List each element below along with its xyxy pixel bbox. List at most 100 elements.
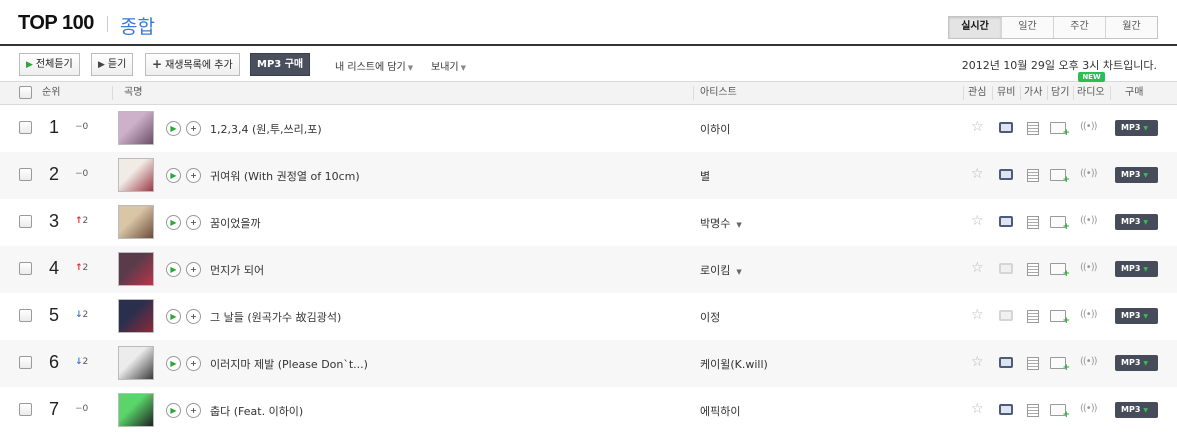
column-song: 곡명 bbox=[124, 87, 143, 98]
star-icon[interactable]: ☆ bbox=[971, 307, 984, 323]
song-title[interactable]: 꿈이었을까 bbox=[210, 215, 261, 231]
add-icon[interactable]: + bbox=[186, 262, 201, 277]
radio-icon[interactable]: ((•)) bbox=[1080, 168, 1097, 179]
album-art[interactable] bbox=[118, 252, 154, 286]
song-title[interactable]: 먼지가 되어 bbox=[210, 262, 264, 278]
add-playlist-button[interactable]: + 재생목록에 추가 bbox=[145, 53, 240, 76]
radio-icon[interactable]: ((•)) bbox=[1080, 121, 1097, 132]
add-icon[interactable]: + bbox=[186, 215, 201, 230]
folder-add-icon[interactable] bbox=[1050, 404, 1070, 420]
radio-icon[interactable]: ((•)) bbox=[1080, 262, 1097, 273]
lyrics-icon[interactable] bbox=[1027, 169, 1039, 182]
artist-name[interactable]: 박명수 ▼ bbox=[700, 215, 742, 231]
mp3-buy-button[interactable]: MP3 ▼ bbox=[1115, 261, 1158, 277]
add-icon[interactable]: + bbox=[186, 121, 201, 136]
mp3-buy-button[interactable]: MP3 구매 bbox=[250, 53, 311, 76]
add-icon[interactable]: + bbox=[186, 403, 201, 418]
star-icon[interactable]: ☆ bbox=[971, 401, 984, 417]
star-icon[interactable]: ☆ bbox=[971, 119, 984, 135]
add-icon[interactable]: + bbox=[186, 356, 201, 371]
star-icon[interactable]: ☆ bbox=[971, 260, 984, 276]
page-subtitle[interactable]: 종합 bbox=[120, 12, 155, 39]
add-icon[interactable]: + bbox=[186, 168, 201, 183]
album-art[interactable] bbox=[118, 299, 154, 333]
mp3-buy-button[interactable]: MP3 ▼ bbox=[1115, 402, 1158, 418]
row-checkbox[interactable] bbox=[19, 403, 32, 416]
album-art[interactable] bbox=[118, 205, 154, 239]
row-checkbox[interactable] bbox=[19, 121, 32, 134]
radio-icon[interactable]: ((•)) bbox=[1080, 309, 1097, 320]
lyrics-icon[interactable] bbox=[1027, 263, 1039, 276]
row-checkbox[interactable] bbox=[19, 215, 32, 228]
star-icon[interactable]: ☆ bbox=[971, 213, 984, 229]
add-icon[interactable]: + bbox=[186, 309, 201, 324]
lyrics-icon[interactable] bbox=[1027, 310, 1039, 323]
play-icon[interactable]: ▶ bbox=[166, 403, 181, 418]
artist-name[interactable]: 로이킴 ▼ bbox=[700, 262, 742, 278]
play-icon[interactable]: ▶ bbox=[166, 168, 181, 183]
play-icon[interactable]: ▶ bbox=[166, 121, 181, 136]
song-title[interactable]: 그 날들 (원곡가수 故김광석) bbox=[210, 309, 341, 325]
row-checkbox[interactable] bbox=[19, 356, 32, 369]
play-icon[interactable]: ▶ bbox=[166, 309, 181, 324]
row-checkbox[interactable] bbox=[19, 168, 32, 181]
row-checkbox[interactable] bbox=[19, 309, 32, 322]
song-title[interactable]: 1,2,3,4 (원,투,쓰리,포) bbox=[210, 121, 322, 137]
album-art[interactable] bbox=[118, 158, 154, 192]
send-menu[interactable]: 보내기 ▼ bbox=[431, 58, 466, 73]
mp3-buy-button[interactable]: MP3 ▼ bbox=[1115, 355, 1158, 371]
send-label: 보내기 bbox=[431, 62, 459, 73]
radio-icon[interactable]: ((•)) bbox=[1080, 215, 1097, 226]
lyrics-icon[interactable] bbox=[1027, 404, 1039, 417]
artist-name[interactable]: 케이윌(K.will) bbox=[700, 356, 768, 372]
radio-icon[interactable]: ((•)) bbox=[1080, 356, 1097, 367]
lyrics-icon[interactable] bbox=[1027, 216, 1039, 229]
chevron-down-icon[interactable]: ▼ bbox=[736, 268, 741, 276]
folder-add-icon[interactable] bbox=[1050, 357, 1070, 373]
mp3-buy-button[interactable]: MP3 ▼ bbox=[1115, 167, 1158, 183]
song-title[interactable]: 춥다 (Feat. 이하이) bbox=[210, 403, 303, 419]
star-icon[interactable]: ☆ bbox=[971, 354, 984, 370]
column-divider bbox=[1110, 86, 1111, 100]
artist-name[interactable]: 별 bbox=[700, 168, 710, 184]
artist-name[interactable]: 에픽하이 bbox=[700, 403, 740, 419]
folder-add-icon[interactable] bbox=[1050, 216, 1070, 232]
tv-icon[interactable] bbox=[999, 216, 1013, 227]
song-title[interactable]: 귀여워 (With 권정열 of 10cm) bbox=[210, 168, 360, 184]
play-all-button[interactable]: ▶ 전체듣기 bbox=[19, 53, 80, 76]
row-checkbox[interactable] bbox=[19, 262, 32, 275]
tv-icon[interactable] bbox=[999, 169, 1013, 180]
chevron-down-icon[interactable]: ▼ bbox=[736, 221, 741, 229]
column-save: 담기 bbox=[1051, 87, 1070, 98]
mp3-buy-button[interactable]: MP3 ▼ bbox=[1115, 120, 1158, 136]
lyrics-icon[interactable] bbox=[1027, 122, 1039, 135]
folder-add-icon[interactable] bbox=[1050, 169, 1070, 185]
artist-name[interactable]: 이하이 bbox=[700, 121, 730, 137]
star-icon[interactable]: ☆ bbox=[971, 166, 984, 182]
mp3-buy-button[interactable]: MP3 ▼ bbox=[1115, 214, 1158, 230]
tv-icon[interactable] bbox=[999, 404, 1013, 415]
play-icon[interactable]: ▶ bbox=[166, 215, 181, 230]
play-icon[interactable]: ▶ bbox=[166, 262, 181, 277]
artist-name[interactable]: 이정 bbox=[700, 309, 720, 325]
folder-add-icon[interactable] bbox=[1050, 122, 1070, 138]
tab-realtime[interactable]: 실시간 bbox=[949, 17, 1001, 38]
mp3-buy-button[interactable]: MP3 ▼ bbox=[1115, 308, 1158, 324]
album-art[interactable] bbox=[118, 111, 154, 145]
tv-icon[interactable] bbox=[999, 357, 1013, 368]
select-all-checkbox[interactable] bbox=[19, 86, 32, 99]
album-art[interactable] bbox=[118, 346, 154, 380]
play-button[interactable]: ▶ 듣기 bbox=[91, 53, 134, 76]
tab-monthly[interactable]: 월간 bbox=[1105, 17, 1157, 38]
tv-icon[interactable] bbox=[999, 122, 1013, 133]
lyrics-icon[interactable] bbox=[1027, 357, 1039, 370]
song-title[interactable]: 이러지마 제발 (Please Don`t...) bbox=[210, 356, 368, 372]
album-art[interactable] bbox=[118, 393, 154, 427]
folder-add-icon[interactable] bbox=[1050, 263, 1070, 279]
play-icon[interactable]: ▶ bbox=[166, 356, 181, 371]
add-to-my-list-menu[interactable]: 내 리스트에 담기 ▼ bbox=[335, 58, 413, 73]
tab-weekly[interactable]: 주간 bbox=[1053, 17, 1105, 38]
folder-add-icon[interactable] bbox=[1050, 310, 1070, 326]
radio-icon[interactable]: ((•)) bbox=[1080, 403, 1097, 414]
tab-daily[interactable]: 일간 bbox=[1001, 17, 1053, 38]
